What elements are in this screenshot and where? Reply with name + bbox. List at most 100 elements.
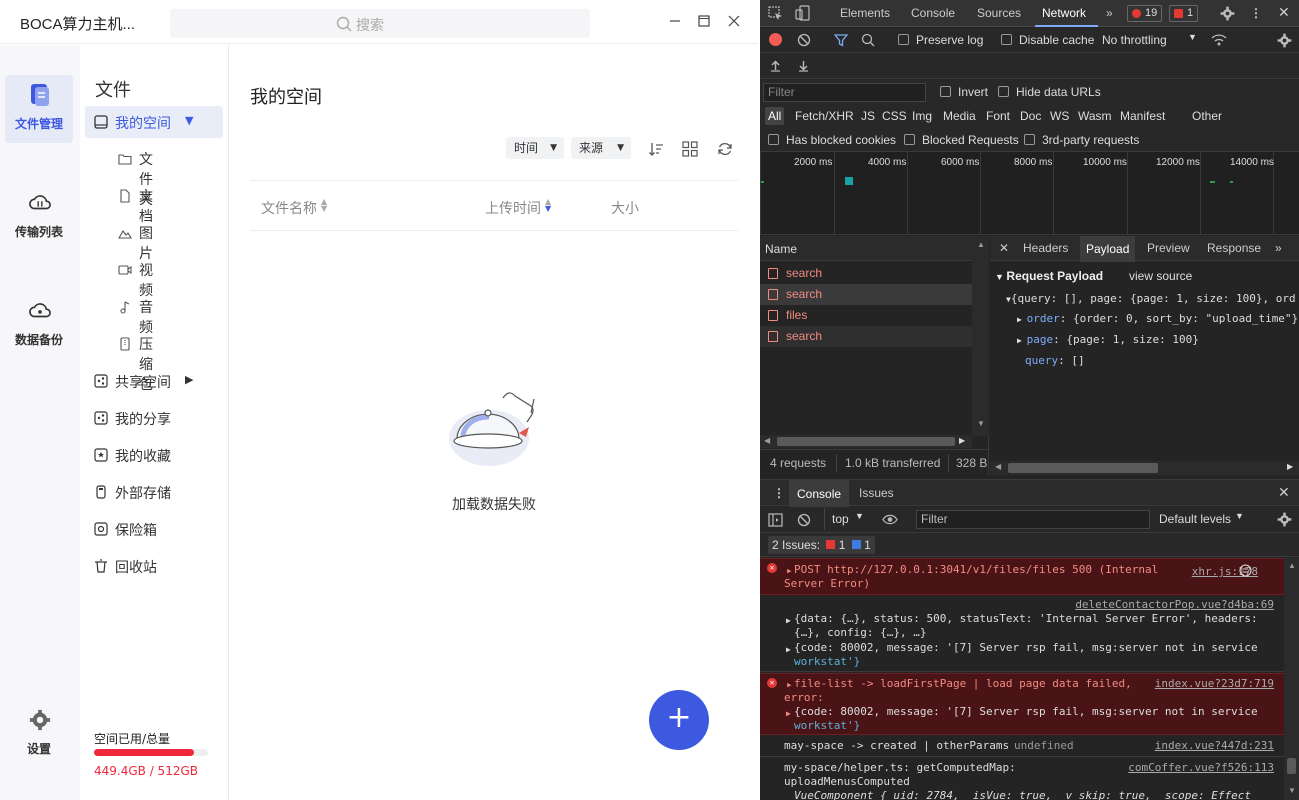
close-devtools-icon[interactable]: ✕ xyxy=(1278,4,1290,21)
more-tabs-icon[interactable]: » xyxy=(1106,6,1113,20)
type-filter-img[interactable]: Img xyxy=(912,109,932,123)
type-filter-manifest[interactable]: Manifest xyxy=(1120,109,1165,123)
source-link[interactable]: index.vue?447d:231 xyxy=(1155,739,1274,753)
type-filter-all[interactable]: All xyxy=(765,107,785,125)
source-link[interactable]: index.vue?23d7:719 xyxy=(1155,677,1274,691)
type-filter-css[interactable]: CSS xyxy=(882,109,907,123)
source-link[interactable]: comCoffer.vue?f526:113 xyxy=(1128,761,1274,775)
clear-icon[interactable] xyxy=(797,33,811,47)
source-link[interactable]: deleteContactorPop.vue?d4ba:69 xyxy=(1075,598,1274,612)
filter-time-dropdown[interactable]: 时间 ▼ xyxy=(506,137,564,159)
detail-tab-payload[interactable]: Payload xyxy=(1080,236,1136,262)
close-detail-icon[interactable]: ✕ xyxy=(999,241,1009,255)
search-icon[interactable] xyxy=(861,33,875,47)
issues-summary-button[interactable]: 2 Issues: 1 1 xyxy=(768,536,875,554)
console-message-error[interactable]: ✕ ▸ file-list -> loadFirstPage | load pa… xyxy=(760,673,1284,735)
invert-checkbox[interactable] xyxy=(940,86,951,97)
detail-tab-headers[interactable]: Headers xyxy=(1023,241,1068,255)
payload-order[interactable]: ▶ order: {order: 0, sort_by: "upload_tim… xyxy=(1017,312,1298,325)
nav-item-favorites[interactable]: 我的收藏 xyxy=(85,439,223,471)
request-row[interactable]: search xyxy=(760,284,972,305)
close-icon[interactable] xyxy=(724,12,744,32)
scroll-up-icon[interactable]: ▲ xyxy=(977,240,985,249)
console-message-error[interactable]: ✕ ▸ POST http://127.0.0.1:3041/v1/files/… xyxy=(760,558,1284,595)
detail-tab-response[interactable]: Response xyxy=(1207,241,1261,255)
request-row[interactable]: search xyxy=(760,263,972,284)
more-tabs-icon[interactable]: » xyxy=(1275,241,1282,255)
type-filter-wasm[interactable]: Wasm xyxy=(1078,109,1112,123)
live-expression-eye-icon[interactable] xyxy=(882,513,898,526)
scroll-left-icon[interactable]: ◀ xyxy=(764,436,770,445)
blocked-cookies-checkbox[interactable] xyxy=(768,134,779,145)
type-filter-js[interactable]: JS xyxy=(861,109,875,123)
nav-item-recycle-bin[interactable]: 回收站 xyxy=(85,550,223,582)
console-message-log[interactable]: may-space -> created | otherParams undef… xyxy=(760,736,1284,757)
wifi-settings-icon[interactable] xyxy=(1211,33,1227,47)
scroll-up-icon[interactable]: ▲ xyxy=(1288,561,1296,570)
rail-item-settings[interactable]: 设置 xyxy=(5,700,73,768)
payload-query[interactable]: query: [] xyxy=(1025,354,1085,367)
drawer-menu-icon[interactable]: ⋮ xyxy=(773,486,785,500)
nav-item-safe-box[interactable]: 保险箱 xyxy=(85,513,223,545)
add-fab-button[interactable]: + xyxy=(649,690,709,750)
rail-item-backup[interactable]: 数据备份 xyxy=(5,291,73,359)
scroll-thumb[interactable] xyxy=(1008,463,1158,473)
column-header-size[interactable]: 大小 xyxy=(611,198,639,218)
settings-gear-icon[interactable] xyxy=(1220,6,1235,21)
scroll-right-icon[interactable]: ▶ xyxy=(959,436,965,445)
devtools-tab-sources[interactable]: Sources xyxy=(977,6,1021,20)
devtools-tab-elements[interactable]: Elements xyxy=(840,6,890,20)
request-row[interactable]: search xyxy=(760,326,972,347)
error-count-badge[interactable]: 19 xyxy=(1127,5,1163,22)
grid-view-icon[interactable] xyxy=(682,141,698,157)
type-filter-ws[interactable]: WS xyxy=(1050,109,1069,123)
scroll-thumb[interactable] xyxy=(1287,758,1296,774)
payload-section[interactable]: ▼ Request Payload xyxy=(995,269,1103,283)
scroll-left-icon[interactable]: ◀ xyxy=(995,462,1001,471)
filter-funnel-icon[interactable] xyxy=(834,33,848,47)
view-source-link[interactable]: view source xyxy=(1129,269,1192,283)
export-har-icon[interactable] xyxy=(797,59,810,72)
third-party-checkbox[interactable] xyxy=(1024,134,1035,145)
sort-icon[interactable] xyxy=(648,141,664,157)
payload-root[interactable]: ▼{query: [], page: {page: 1, size: 100},… xyxy=(1006,292,1296,305)
rail-item-transfer[interactable]: 传输列表 xyxy=(5,183,73,251)
close-drawer-icon[interactable]: ✕ xyxy=(1278,484,1290,501)
minimize-icon[interactable] xyxy=(665,12,685,32)
devtools-tab-console[interactable]: Console xyxy=(911,6,955,20)
preserve-log-checkbox[interactable] xyxy=(898,34,909,45)
record-icon[interactable] xyxy=(769,33,782,46)
refresh-icon[interactable] xyxy=(717,141,733,157)
network-settings-icon[interactable] xyxy=(1277,33,1292,48)
type-filter-font[interactable]: Font xyxy=(986,109,1010,123)
log-levels-select[interactable]: Default levels xyxy=(1159,512,1231,526)
nav-item-my-space[interactable]: 我的空间 ▼ xyxy=(85,106,223,138)
detail-tab-preview[interactable]: Preview xyxy=(1147,241,1190,255)
blocked-requests-checkbox[interactable] xyxy=(904,134,915,145)
console-message-log[interactable]: deleteContactorPop.vue?d4ba:69 ▶ {data: … xyxy=(760,596,1284,672)
rail-item-file-manager[interactable]: 文件管理 xyxy=(5,75,73,143)
network-timeline[interactable]: 2000 ms 4000 ms 6000 ms 8000 ms 10000 ms… xyxy=(760,152,1299,235)
type-filter-doc[interactable]: Doc xyxy=(1020,109,1041,123)
hide-data-urls-checkbox[interactable] xyxy=(998,86,1009,97)
sidebar-toggle-icon[interactable] xyxy=(768,513,783,527)
device-toolbar-icon[interactable] xyxy=(795,5,810,21)
type-filter-media[interactable]: Media xyxy=(943,109,976,123)
drawer-tab-issues[interactable]: Issues xyxy=(859,486,894,500)
request-row[interactable]: files xyxy=(760,305,972,326)
console-vscroll[interactable]: ▲ ▼ xyxy=(1284,558,1299,800)
scroll-down-icon[interactable]: ▼ xyxy=(1288,786,1296,795)
scroll-down-icon[interactable]: ▼ xyxy=(977,419,985,428)
nav-item-shared-space[interactable]: 共享空间 ▶ xyxy=(85,365,223,397)
filter-source-dropdown[interactable]: 来源 ▼ xyxy=(571,137,631,159)
payload-page[interactable]: ▶ page: {page: 1, size: 100} xyxy=(1017,333,1199,346)
inspect-element-icon[interactable] xyxy=(768,6,783,21)
type-filter-other[interactable]: Other xyxy=(1192,109,1222,123)
disable-cache-checkbox[interactable] xyxy=(1001,34,1012,45)
column-header-name[interactable]: 文件名称 ▲ ▼ xyxy=(261,198,327,218)
import-har-icon[interactable] xyxy=(769,59,782,72)
maximize-icon[interactable] xyxy=(694,12,714,32)
column-header-name[interactable]: Name xyxy=(760,236,972,261)
nav-item-my-shares[interactable]: 我的分享 xyxy=(85,402,223,434)
request-list-hscroll[interactable]: ◀ ▶ xyxy=(760,435,972,448)
